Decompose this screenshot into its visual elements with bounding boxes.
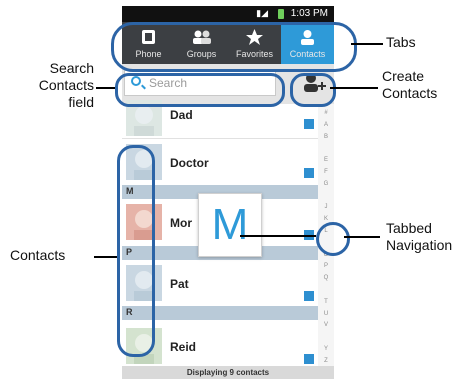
contact-badge-icon (304, 291, 314, 301)
contact-badge-icon (304, 119, 314, 129)
create-leader-line (330, 87, 378, 89)
index-letter[interactable]: P (318, 263, 334, 269)
create-callout-ring (290, 73, 336, 107)
battery-icon (278, 9, 284, 19)
contacts-callout-ring (117, 145, 155, 357)
popup-leader-line (240, 235, 316, 237)
status-bar: ▮◢ 1:03 PM (122, 6, 334, 22)
status-time: 1:03 PM (290, 8, 328, 19)
index-letter[interactable]: B (318, 134, 334, 140)
index-letter[interactable]: J (318, 204, 334, 210)
contact-name: Pat (170, 277, 189, 291)
contacts-count: Displaying 9 contacts (122, 366, 334, 379)
index-letter[interactable]: E (318, 157, 334, 163)
index-letter[interactable]: Z (318, 358, 334, 364)
create-caption: Create Contacts (382, 68, 438, 101)
index-leader-line (344, 236, 380, 238)
index-letter[interactable]: U (318, 311, 334, 317)
contacts-leader-line (94, 256, 117, 258)
tabs-leader-line (351, 43, 383, 45)
tabbed-navigation-caption: Tabbed Navigation (386, 220, 453, 253)
contact-name: Doctor (170, 156, 209, 170)
tabs-callout-ring (111, 22, 357, 72)
index-letter[interactable]: G (318, 181, 334, 187)
index-letter[interactable]: F (318, 169, 334, 175)
popup-letter: M (211, 200, 249, 249)
index-letter[interactable]: T (318, 299, 334, 305)
list-item[interactable]: Dad (122, 100, 318, 138)
index-callout-ring (316, 222, 350, 256)
tabs-caption: Tabs (386, 34, 416, 50)
contact-badge-icon (304, 168, 314, 178)
search-callout-ring (115, 73, 285, 107)
index-letter[interactable]: A (318, 122, 334, 128)
search-leader-line (96, 87, 115, 89)
contact-name: Reid (170, 340, 197, 354)
contact-name: Mor (170, 216, 192, 230)
index-letter[interactable]: # (318, 110, 334, 116)
index-letter[interactable]: Q (318, 275, 334, 281)
index-letter[interactable]: Y (318, 346, 334, 352)
signal-icon: ▮◢ (256, 8, 268, 18)
contact-badge-icon (304, 354, 314, 364)
contacts-caption: Contacts (10, 247, 66, 263)
search-caption: Search Contacts field (38, 60, 94, 110)
contact-name: Dad (170, 108, 193, 122)
index-letter[interactable]: V (318, 322, 334, 328)
index-letter-popup: M (198, 193, 262, 257)
